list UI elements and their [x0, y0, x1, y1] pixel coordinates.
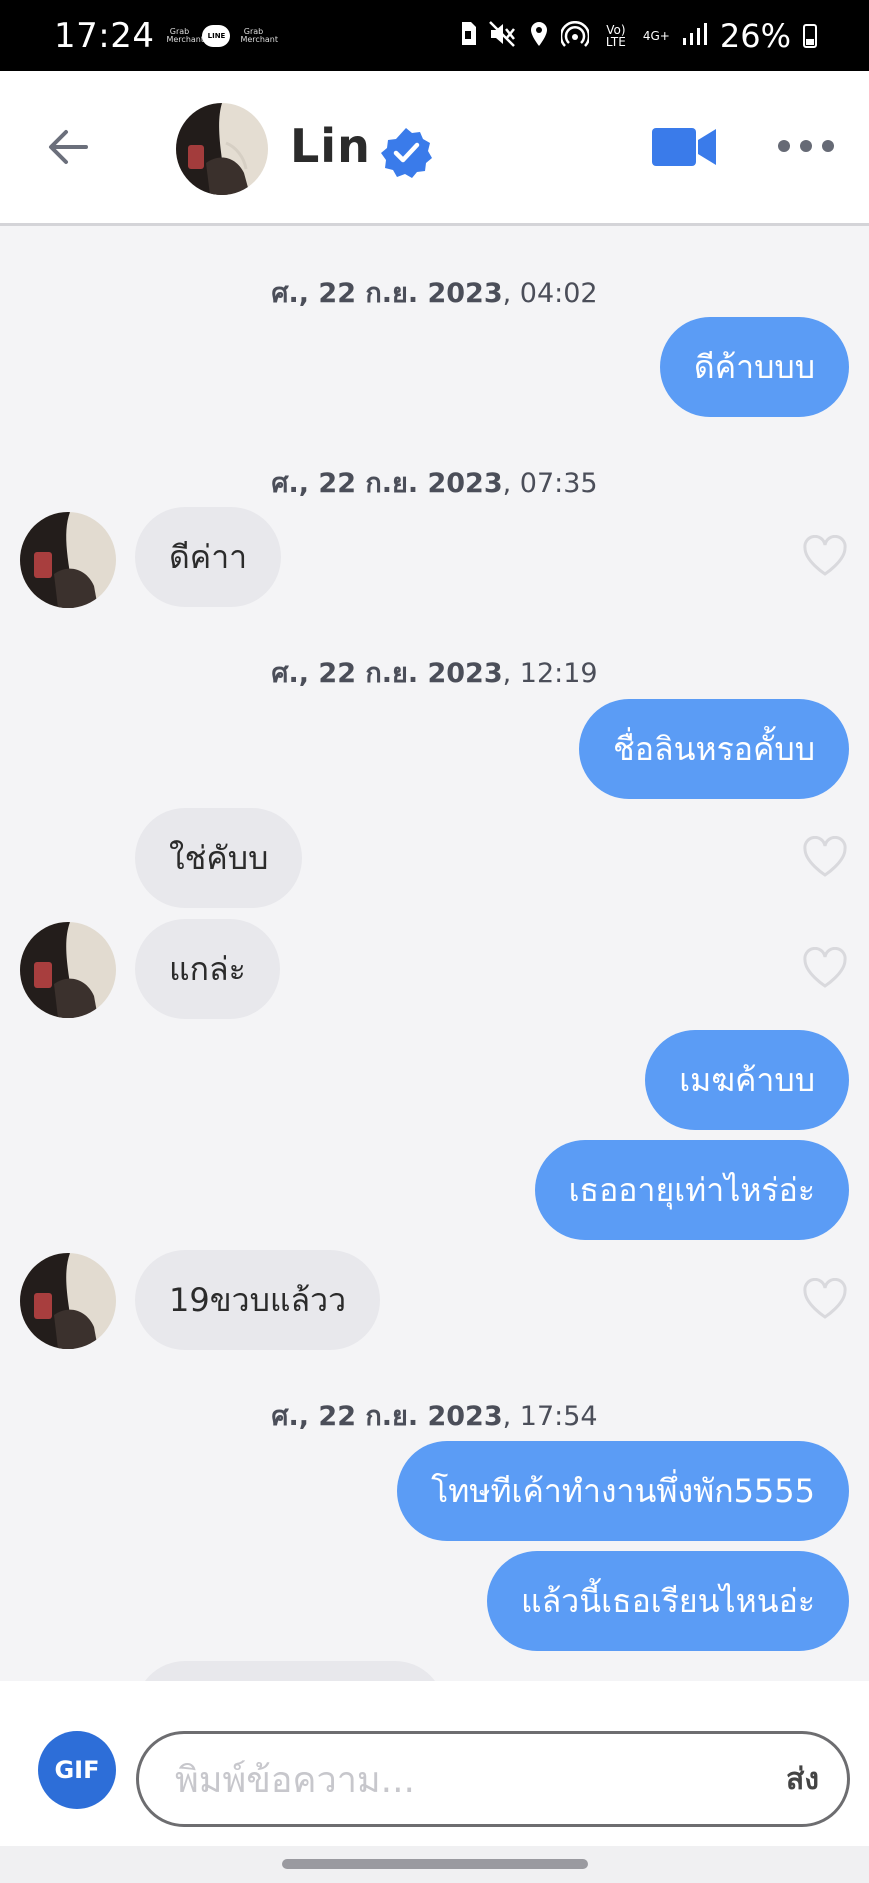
home-indicator[interactable] [282, 1859, 588, 1869]
message-input-placeholder: พิมพ์ข้อความ... [175, 1759, 415, 1801]
incoming-message[interactable]: 19ขวบแล้วว [135, 1250, 381, 1350]
date-separator: ศ., 22 ก.ย. 2023, 12:19 [271, 658, 598, 689]
incoming-message[interactable]: ดีค่าา [135, 507, 282, 607]
back-arrow-icon [49, 130, 88, 164]
battery-icon [803, 23, 817, 48]
status-app-icons: Grab Merchant LINE Grab Merchant [166, 24, 278, 47]
outgoing-message[interactable]: เธออายุเท่าไหร่อ่ะ [534, 1140, 849, 1240]
network-type: Vo) LTE [605, 22, 626, 49]
incoming-message[interactable]: ใช่คับบ [135, 808, 303, 908]
incoming-message[interactable]: แกล่ะ [135, 919, 280, 1019]
outgoing-message[interactable]: โทษทีเค้าทำงานพึ่งพัก5555 [397, 1441, 849, 1541]
date-separator: ศ., 22 ก.ย. 2023, 04:02 [271, 278, 598, 309]
contact-avatar-small[interactable] [20, 922, 116, 1018]
grab-merchant-icon-2: Grab Merchant [240, 26, 278, 44]
contact-avatar[interactable] [176, 103, 268, 195]
line-app-icon: LINE [202, 24, 231, 47]
message-input[interactable]: พิมพ์ข้อความ... ส่ง [136, 1731, 850, 1827]
more-options-button[interactable] [778, 131, 834, 161]
message-list[interactable]: ศ., 22 ก.ย. 2023, 04:02 ดีค้าบบบ ศ., 22 … [0, 229, 869, 1681]
message-composer: GIF พิมพ์ข้อความ... ส่ง [0, 1681, 869, 1846]
heart-icon[interactable] [802, 946, 848, 989]
heart-icon[interactable] [802, 534, 848, 577]
sim-icon [459, 21, 477, 51]
status-time: 17:24 [54, 15, 155, 56]
outgoing-message[interactable]: แล้วนี้เธอเรียนไหนอ่ะ [487, 1551, 849, 1651]
contact-avatar-small[interactable] [20, 1253, 116, 1349]
status-indicators: Vo) LTE 4G+ 26% [459, 17, 817, 55]
contact-name[interactable]: Lin [290, 119, 371, 173]
mute-icon [488, 20, 517, 51]
battery-percent: 26% [719, 16, 791, 55]
system-nav-bar [0, 1846, 869, 1883]
outgoing-message[interactable]: ชื่อลินหรอคั้บบ [579, 699, 849, 799]
video-call-button[interactable] [650, 124, 720, 170]
back-button[interactable] [40, 121, 96, 173]
outgoing-message[interactable]: ดีค้าบบบ [659, 317, 849, 417]
heart-icon[interactable] [802, 1277, 848, 1320]
location-icon [529, 21, 549, 51]
gif-button[interactable]: GIF [38, 1731, 116, 1809]
more-options-icon [778, 140, 790, 152]
grab-merchant-icon: Grab Merchant [166, 26, 204, 44]
date-separator: ศ., 22 ก.ย. 2023, 17:54 [271, 1401, 598, 1432]
video-call-icon [652, 128, 716, 166]
heart-icon[interactable] [802, 835, 848, 878]
data-type: 4G+ [642, 28, 670, 43]
date-separator: ศ., 22 ก.ย. 2023, 07:35 [271, 468, 598, 499]
chat-header: Lin [0, 71, 869, 226]
outgoing-message[interactable]: เมฆค้าบบ [645, 1030, 849, 1130]
incoming-message-partial[interactable] [135, 1661, 445, 1681]
verified-badge-icon [380, 126, 432, 178]
hotspot-icon [559, 20, 591, 51]
send-button[interactable]: ส่ง [786, 1756, 819, 1803]
status-bar: 17:24 Grab Merchant LINE Grab Merchant V… [0, 0, 869, 71]
signal-icon [682, 22, 708, 50]
contact-avatar-small[interactable] [20, 512, 116, 608]
